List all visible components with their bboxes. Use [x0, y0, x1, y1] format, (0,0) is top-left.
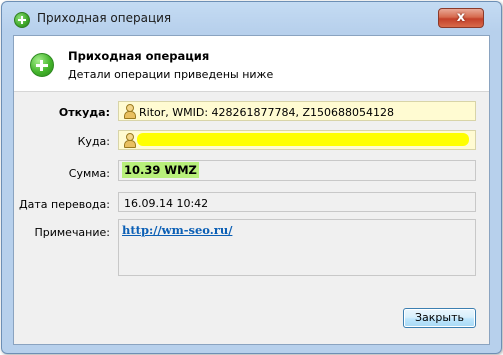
amount-field[interactable]: 10.39 WMZ	[118, 160, 476, 181]
title-bar[interactable]: Приходная операция x	[2, 2, 501, 36]
date-value: 16.09.14 10:42	[124, 197, 209, 210]
dialog-content: Приходная операция Детали операции приве…	[13, 35, 490, 345]
to-field[interactable]	[118, 130, 476, 150]
dialog-window: Приходная операция x Приходная операция …	[1, 1, 502, 354]
header-band: Приходная операция Детали операции приве…	[14, 36, 489, 92]
header-subtitle: Детали операции приведены ниже	[68, 68, 274, 81]
plus-circle-icon	[30, 53, 54, 77]
from-field[interactable]: Ritor, WMID: 428261877784, Z150688054128	[118, 101, 476, 121]
date-field[interactable]: 16.09.14 10:42	[118, 192, 476, 212]
amount-value: 10.39 WMZ	[122, 162, 199, 178]
redaction-mark	[137, 133, 469, 146]
window-close-button[interactable]: x	[438, 8, 484, 28]
to-label: Куда:	[77, 135, 110, 148]
date-label: Дата перевода:	[19, 198, 110, 211]
wm-user-icon	[123, 104, 136, 119]
close-icon: x	[456, 10, 466, 25]
close-button[interactable]: Закрыть	[403, 308, 476, 328]
header-title: Приходная операция	[68, 49, 210, 63]
note-field[interactable]: http://wm-seo.ru/	[118, 219, 476, 276]
from-label: Откуда:	[58, 106, 110, 119]
wm-user-icon	[123, 133, 136, 148]
amount-label: Сумма:	[68, 167, 110, 180]
note-link[interactable]: http://wm-seo.ru/	[122, 223, 232, 237]
from-value: Ritor, WMID: 428261877784, Z150688054128	[139, 106, 395, 119]
close-button-label: Закрыть	[415, 311, 464, 324]
window-title: Приходная операция	[37, 11, 172, 25]
plus-circle-icon	[14, 12, 30, 28]
note-label: Примечание:	[34, 226, 110, 239]
